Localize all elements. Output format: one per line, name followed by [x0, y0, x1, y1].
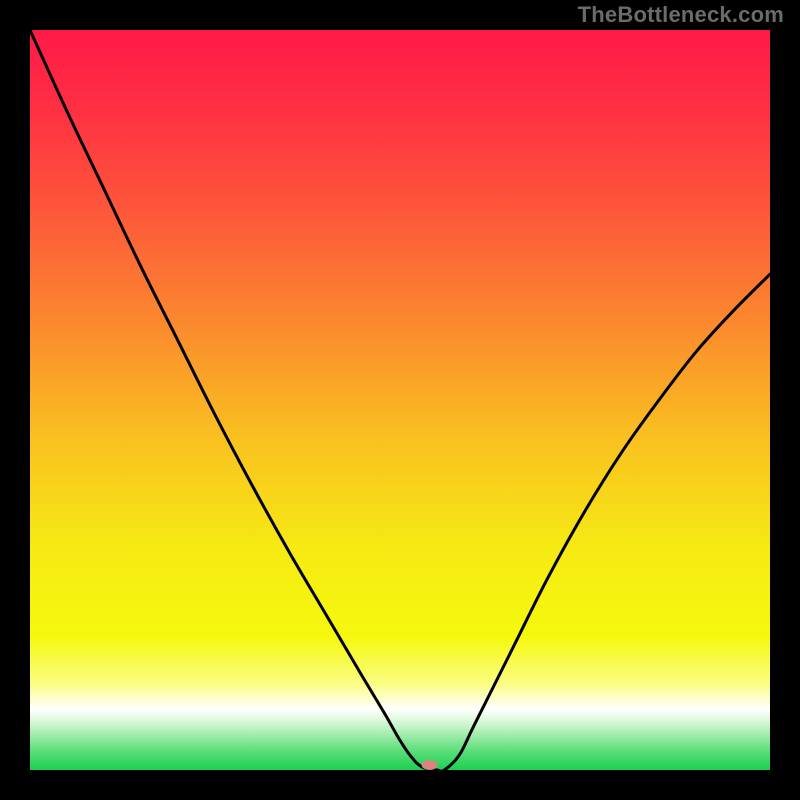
watermark-text: TheBottleneck.com: [578, 2, 784, 28]
bottleneck-chart: [30, 30, 770, 770]
optimal-marker: [422, 760, 438, 770]
chart-frame: TheBottleneck.com: [0, 0, 800, 800]
